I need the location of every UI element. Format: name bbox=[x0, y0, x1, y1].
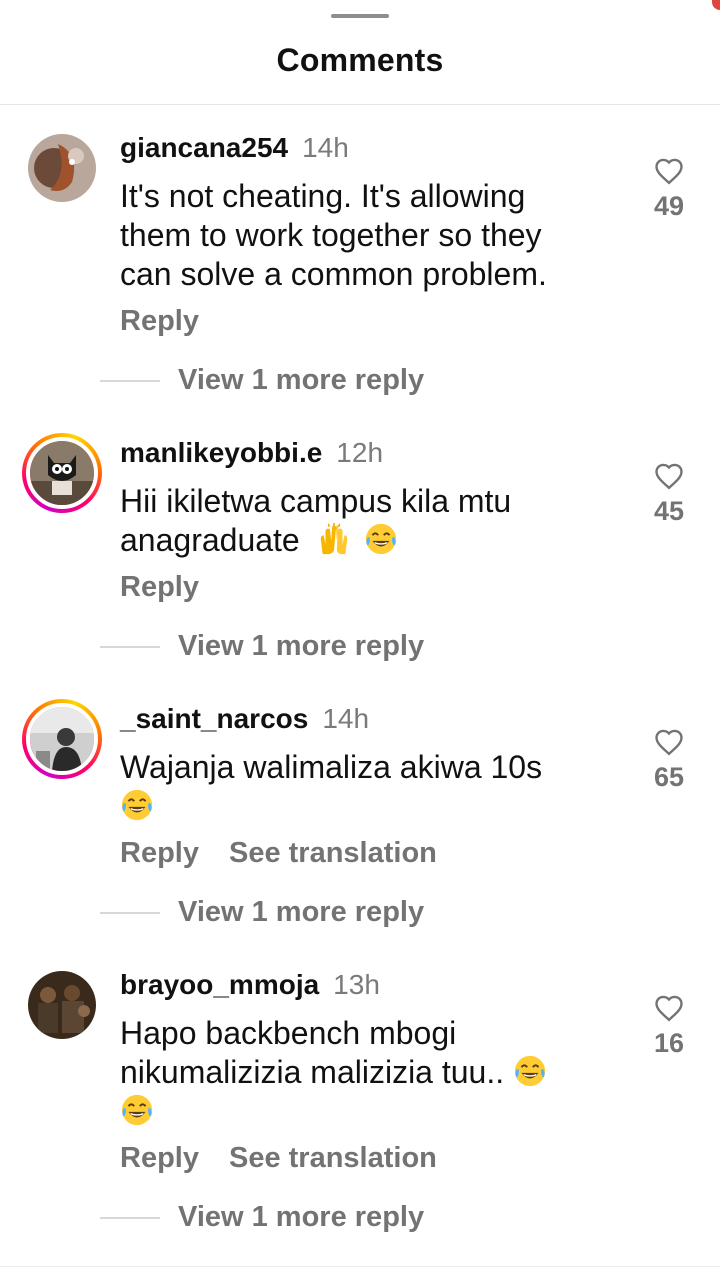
raising-hands-emoji-icon bbox=[320, 522, 347, 555]
username[interactable]: brayoo_mmoja bbox=[120, 969, 319, 1000]
timestamp: 12h bbox=[336, 437, 384, 468]
like-count: 49 bbox=[653, 191, 685, 221]
view-replies-label: View 1 more reply bbox=[178, 364, 425, 396]
header-divider bbox=[0, 104, 720, 105]
like-button[interactable]: 65 bbox=[640, 728, 698, 793]
view-replies-button[interactable]: View 1 more reply bbox=[100, 364, 424, 397]
replies-divider bbox=[100, 646, 160, 649]
heart-outline-icon bbox=[655, 729, 683, 756]
heart-outline-icon bbox=[655, 995, 683, 1022]
reply-button[interactable]: Reply bbox=[120, 305, 199, 337]
comment-actions: Reply bbox=[120, 305, 199, 338]
timestamp: 13h bbox=[333, 969, 380, 1000]
like-button[interactable]: 49 bbox=[640, 157, 698, 222]
avatar[interactable] bbox=[22, 128, 102, 208]
tears-of-joy-emoji-icon bbox=[121, 1094, 153, 1126]
reply-button[interactable]: Reply bbox=[120, 571, 199, 603]
avatar-image bbox=[28, 971, 96, 1039]
view-replies-button[interactable]: View 1 more reply bbox=[100, 896, 424, 929]
drag-handle-icon[interactable] bbox=[331, 14, 389, 18]
comment-meta: giancana254 14h bbox=[120, 131, 349, 165]
comments-sheet: Comments giancana254 14h It's not cheatin… bbox=[0, 0, 720, 1278]
like-count: 65 bbox=[653, 762, 685, 792]
avatar-image bbox=[28, 134, 96, 202]
comment-text: Hapo backbench mbogi nikumalizizia maliz… bbox=[120, 1014, 640, 1131]
tears-of-joy-emoji-icon bbox=[121, 789, 153, 821]
view-replies-label: View 1 more reply bbox=[178, 896, 425, 928]
see-translation-button[interactable]: See translation bbox=[229, 1142, 437, 1174]
comment-meta: manlikeyobbi.e 12h bbox=[120, 436, 383, 470]
comment-line-with-emoji: nikumalizizia malizizia tuu.. bbox=[120, 1053, 640, 1092]
timestamp: 14h bbox=[322, 703, 370, 734]
reply-button[interactable]: Reply bbox=[120, 837, 199, 869]
like-count: 45 bbox=[653, 496, 685, 526]
comment-line: them to work together so they bbox=[120, 217, 542, 253]
comment-line: Hii ikiletwa campus kila mtu bbox=[120, 483, 512, 519]
tears-of-joy-emoji-icon bbox=[365, 523, 396, 555]
like-button[interactable]: 16 bbox=[640, 994, 698, 1059]
heart-outline-icon bbox=[655, 158, 683, 185]
view-replies-button[interactable]: View 1 more reply bbox=[100, 1201, 424, 1234]
comment-line: Hapo backbench mbogi bbox=[120, 1015, 457, 1051]
comment-line: can solve a common problem. bbox=[120, 256, 547, 292]
comment-line: It's not cheating. It's allowing bbox=[120, 178, 526, 214]
view-replies-label: View 1 more reply bbox=[178, 630, 425, 662]
comment-emoji-line bbox=[120, 787, 620, 826]
status-indicator bbox=[712, 0, 720, 10]
avatar[interactable] bbox=[22, 965, 102, 1045]
like-button[interactable]: 45 bbox=[640, 462, 698, 527]
comment-line-with-emoji: anagraduate bbox=[120, 521, 620, 560]
view-replies-label: View 1 more reply bbox=[178, 1201, 425, 1233]
username[interactable]: giancana254 bbox=[120, 132, 288, 163]
username[interactable]: manlikeyobbi.e bbox=[120, 437, 322, 468]
timestamp: 14h bbox=[302, 132, 349, 163]
username[interactable]: _saint_narcos bbox=[120, 703, 308, 734]
bottom-divider bbox=[0, 1266, 720, 1267]
replies-divider bbox=[100, 1217, 160, 1220]
avatar-image bbox=[30, 707, 94, 771]
replies-divider bbox=[100, 912, 160, 915]
replies-divider bbox=[100, 380, 160, 383]
comment-line: nikumalizizia malizizia tuu.. bbox=[120, 1054, 505, 1090]
like-count: 16 bbox=[653, 1028, 685, 1058]
comment-text: Hii ikiletwa campus kila mtu anagraduate bbox=[120, 482, 620, 560]
comment-actions: Reply See translation bbox=[120, 1142, 437, 1175]
reply-button[interactable]: Reply bbox=[120, 1142, 199, 1174]
page-title: Comments bbox=[276, 42, 444, 78]
avatar[interactable] bbox=[22, 699, 102, 779]
comment-meta: _saint_narcos 14h bbox=[120, 702, 369, 736]
avatar[interactable] bbox=[22, 433, 102, 513]
comment-line: anagraduate bbox=[120, 522, 300, 558]
see-translation-button[interactable]: See translation bbox=[229, 837, 437, 869]
comment-meta: brayoo_mmoja 13h bbox=[120, 968, 380, 1002]
tears-of-joy-emoji-icon bbox=[514, 1055, 546, 1087]
comment-actions: Reply See translation bbox=[120, 837, 437, 870]
comment-text: Wajanja walimaliza akiwa 10s bbox=[120, 748, 620, 826]
comment-line: Wajanja walimaliza akiwa 10s bbox=[120, 749, 543, 785]
comment-text: It's not cheating. It's allowing them to… bbox=[120, 177, 620, 294]
avatar-image bbox=[30, 441, 94, 505]
heart-outline-icon bbox=[655, 463, 683, 490]
view-replies-button[interactable]: View 1 more reply bbox=[100, 630, 424, 663]
comment-emoji-line bbox=[120, 1092, 640, 1131]
comment-actions: Reply bbox=[120, 571, 199, 604]
